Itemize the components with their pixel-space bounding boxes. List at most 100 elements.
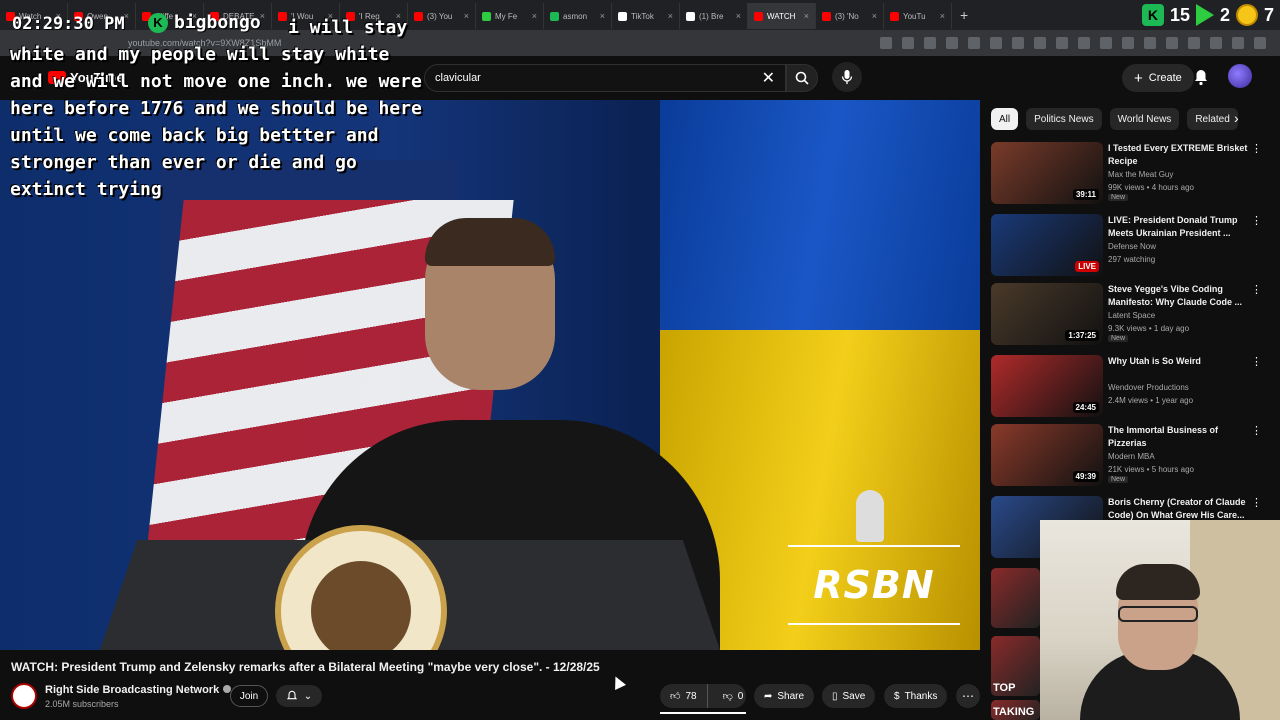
recommended-video-title[interactable]: The Immortal Business of Pizzerias <box>1108 424 1248 450</box>
cast-icon[interactable] <box>880 37 892 49</box>
share-button[interactable]: ➦ Share <box>754 684 815 708</box>
profile-icon[interactable] <box>1232 37 1244 49</box>
tab-close-icon[interactable]: × <box>600 11 605 21</box>
browser-tab[interactable]: asmon × <box>544 3 612 29</box>
clear-search-icon[interactable]: ✕ <box>762 68 775 88</box>
recommended-video-title[interactable]: Steve Yegge's Vibe Coding Manifesto: Why… <box>1108 283 1248 309</box>
video-thumbnail[interactable]: LIVE <box>991 214 1103 276</box>
bell-icon <box>286 690 297 700</box>
browser-tab[interactable]: YouTu × <box>884 3 952 29</box>
extension-icon[interactable] <box>1100 37 1112 49</box>
save-button[interactable]: ▯ Save <box>822 684 876 708</box>
dislike-button[interactable]: 👎︎ 0 <box>713 684 754 708</box>
extension-badge-1: 15 <box>1169 4 1190 25</box>
recommended-video[interactable]: 1:37:25 Steve Yegge's Vibe Coding Manifes… <box>991 283 1271 345</box>
recommended-video[interactable]: LIVE LIVE: President Donald Trump Meets U… <box>991 214 1271 276</box>
voice-search-button[interactable] <box>832 62 862 92</box>
bookmark-star-icon[interactable] <box>902 37 914 49</box>
browser-tab[interactable]: TikTok × <box>612 3 680 29</box>
filter-chip[interactable]: World News <box>1109 108 1180 130</box>
extension-icon[interactable] <box>1166 37 1178 49</box>
recommended-video-title[interactable]: Boris Cherny (Creator of Claude Code) On… <box>1108 496 1248 522</box>
create-label: Create <box>1148 72 1182 84</box>
recommended-channel-name[interactable]: Wendover Productions <box>1108 383 1189 392</box>
browser-tab[interactable]: My Fe × <box>476 3 544 29</box>
notifications-bell-icon[interactable] <box>1192 68 1210 86</box>
recommended-video-title[interactable]: Why Utah is So Weird <box>1108 355 1248 368</box>
extension-icon[interactable] <box>924 37 936 49</box>
search-input[interactable]: clavicular ✕ <box>424 64 786 92</box>
more-options-icon[interactable]: ⋮ <box>1251 283 1262 296</box>
tab-favicon-icon <box>890 11 899 21</box>
recommended-video[interactable]: 24:45 Why Utah is So Weird Wendover Produc… <box>991 355 1271 417</box>
super-thanks-icon: $ <box>894 690 900 702</box>
browser-menu-icon[interactable] <box>1254 37 1266 49</box>
video-thumbnail[interactable]: 49:39 <box>991 424 1103 486</box>
join-button[interactable]: Join <box>230 685 268 707</box>
extension-icon[interactable] <box>1210 37 1222 49</box>
more-options-icon[interactable]: ⋮ <box>1251 355 1262 368</box>
video-thumbnail[interactable]: TAKING <box>991 700 1040 720</box>
recommended-channel-name[interactable]: Latent Space <box>1108 311 1155 320</box>
channel-avatar[interactable] <box>11 683 37 709</box>
recommended-video[interactable]: 49:39 The Immortal Business of Pizzerias M… <box>991 424 1271 486</box>
tab-close-icon[interactable]: × <box>804 11 809 21</box>
video-thumbnail[interactable] <box>991 568 1040 628</box>
filter-chip[interactable]: All <box>991 108 1019 130</box>
thanks-button[interactable]: $ Thanks <box>884 684 948 708</box>
recommended-video-title[interactable]: LIVE: President Donald Trump Meets Ukrai… <box>1108 214 1248 240</box>
tab-close-icon[interactable]: × <box>532 11 537 21</box>
tab-close-icon[interactable]: × <box>872 11 877 21</box>
account-avatar[interactable] <box>1228 64 1252 88</box>
chevron-right-icon[interactable]: › <box>1234 110 1239 126</box>
tab-label: TikTok <box>631 11 654 21</box>
extension-icon[interactable] <box>1034 37 1046 49</box>
more-options-icon[interactable]: ⋮ <box>1251 214 1262 227</box>
extension-icon[interactable] <box>1188 37 1200 49</box>
play-extension-icon[interactable] <box>1195 4 1214 26</box>
like-button[interactable]: 👍︎ 78 <box>660 684 708 708</box>
video-thumbnail[interactable]: 24:45 <box>991 355 1103 417</box>
create-button[interactable]: + Create <box>1122 64 1194 92</box>
filter-chip[interactable]: Politics News <box>1026 108 1102 130</box>
browser-tab[interactable]: (1) Bre × <box>680 3 748 29</box>
search-button[interactable] <box>786 64 818 92</box>
video-thumbnail[interactable]: 1:37:25 <box>991 283 1103 345</box>
duration-badge: 24:45 <box>1072 402 1099 413</box>
extension-icon[interactable] <box>968 37 980 49</box>
kick-extension-icon[interactable]: K <box>1141 4 1164 26</box>
new-tab-button[interactable]: + <box>952 7 976 23</box>
tab-close-icon[interactable]: × <box>668 11 673 21</box>
tab-close-icon[interactable]: × <box>940 11 945 21</box>
channel-name-text: Right Side Broadcasting Network <box>45 684 220 696</box>
browser-tab[interactable]: WATCH × <box>748 3 816 29</box>
tab-close-icon[interactable]: × <box>464 11 469 21</box>
recommended-channel-name[interactable]: Max the Meat Guy <box>1108 170 1173 179</box>
extension-icon[interactable] <box>1144 37 1156 49</box>
extension-icon[interactable] <box>1012 37 1024 49</box>
streamer-webcam <box>1040 520 1280 720</box>
tab-favicon-icon <box>754 11 763 21</box>
browser-tab[interactable]: (3) 'No × <box>816 3 884 29</box>
channel-name[interactable]: Right Side Broadcasting Network <box>45 684 232 696</box>
more-options-icon[interactable]: ⋮ <box>1251 142 1262 155</box>
video-thumbnail[interactable]: 39:11 <box>991 142 1103 204</box>
recommended-video-meta: 297 watching <box>1108 255 1156 264</box>
recommended-channel-name[interactable]: Modern MBA <box>1108 452 1155 461</box>
filter-chip[interactable]: Related <box>1187 108 1238 130</box>
subscription-bell-button[interactable]: ⌄ <box>276 685 322 707</box>
more-options-icon[interactable]: ⋮ <box>1251 424 1262 437</box>
extension-icon[interactable] <box>946 37 958 49</box>
extension-icon[interactable] <box>990 37 1002 49</box>
recommended-video-title[interactable]: I Tested Every EXTREME Brisket Recipe <box>1108 142 1248 168</box>
more-options-icon[interactable]: ⋮ <box>1251 496 1262 509</box>
video-thumbnail[interactable]: TOP <box>991 636 1040 696</box>
extension-icon[interactable] <box>1078 37 1090 49</box>
recommended-video[interactable]: 39:11 I Tested Every EXTREME Brisket Reci… <box>991 142 1271 204</box>
emoji-extension-icon[interactable] <box>1235 4 1258 26</box>
more-actions-button[interactable]: ⋯ <box>956 684 980 708</box>
extension-icon[interactable] <box>1122 37 1134 49</box>
tab-close-icon[interactable]: × <box>736 11 741 21</box>
recommended-channel-name[interactable]: Defense Now <box>1108 242 1156 251</box>
extension-icon[interactable] <box>1056 37 1068 49</box>
